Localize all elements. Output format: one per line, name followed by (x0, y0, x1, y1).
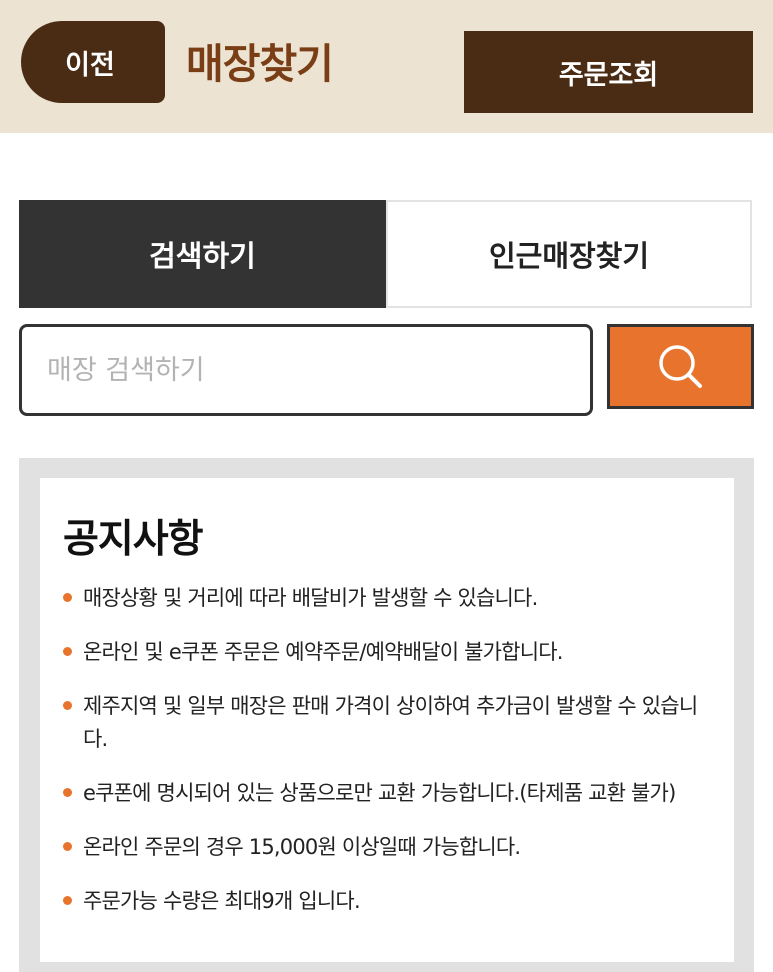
header: 이전 매장찾기 주문조회 (0, 0, 773, 133)
search-input[interactable] (22, 327, 590, 413)
notice-item-text: 매장상황 및 거리에 따라 배달비가 발생할 수 있습니다. (83, 586, 538, 610)
search-box (19, 324, 593, 416)
tab-nearby-stores[interactable]: 인근매장찾기 (386, 200, 752, 308)
notice-item: 주문가능 수량은 최대9개 입니다. (63, 885, 709, 918)
tab-search[interactable]: 검색하기 (19, 200, 386, 308)
bullet-dot (63, 788, 72, 797)
notice-item: 온라인 주문의 경우 15,000원 이상일때 가능합니다. (63, 831, 709, 864)
notice-title: 공지사항 (63, 517, 204, 562)
notice-card: 공지사항 매장상황 및 거리에 따라 배달비가 발생할 수 있습니다. 온라인 … (40, 478, 734, 962)
bullet-dot (63, 647, 72, 656)
bullet-dot (63, 842, 72, 851)
notice-item: 제주지역 및 일부 매장은 판매 가격이 상이하여 추가금이 발생할 수 있습니… (63, 690, 709, 756)
order-lookup-button[interactable]: 주문조회 (464, 31, 753, 113)
notice-item: 매장상황 및 거리에 따라 배달비가 발생할 수 있습니다. (63, 582, 709, 615)
page-title: 매장찾기 (186, 40, 334, 88)
search-button[interactable] (607, 324, 754, 409)
bullet-dot (63, 593, 72, 602)
notice-list: 매장상황 및 거리에 따라 배달비가 발생할 수 있습니다. 온라인 및 e쿠폰… (63, 582, 709, 918)
notice-item-text: e쿠폰에 명시되어 있는 상품으로만 교환 가능합니다.(타제품 교환 불가) (83, 781, 676, 805)
bullet-dot (63, 701, 72, 710)
notice-item: 온라인 및 e쿠폰 주문은 예약주문/예약배달이 불가합니다. (63, 636, 709, 669)
notice-item-text: 온라인 주문의 경우 15,000원 이상일때 가능합니다. (83, 835, 521, 859)
notice-item-text: 온라인 및 e쿠폰 주문은 예약주문/예약배달이 불가합니다. (83, 640, 563, 664)
notice-item: e쿠폰에 명시되어 있는 상품으로만 교환 가능합니다.(타제품 교환 불가) (63, 777, 709, 810)
notice-item-text: 주문가능 수량은 최대9개 입니다. (83, 889, 361, 913)
bullet-dot (63, 896, 72, 905)
notice-item-text: 제주지역 및 일부 매장은 판매 가격이 상이하여 추가금이 발생할 수 있습니… (83, 694, 698, 751)
back-button[interactable]: 이전 (21, 21, 165, 103)
search-icon (658, 344, 702, 388)
